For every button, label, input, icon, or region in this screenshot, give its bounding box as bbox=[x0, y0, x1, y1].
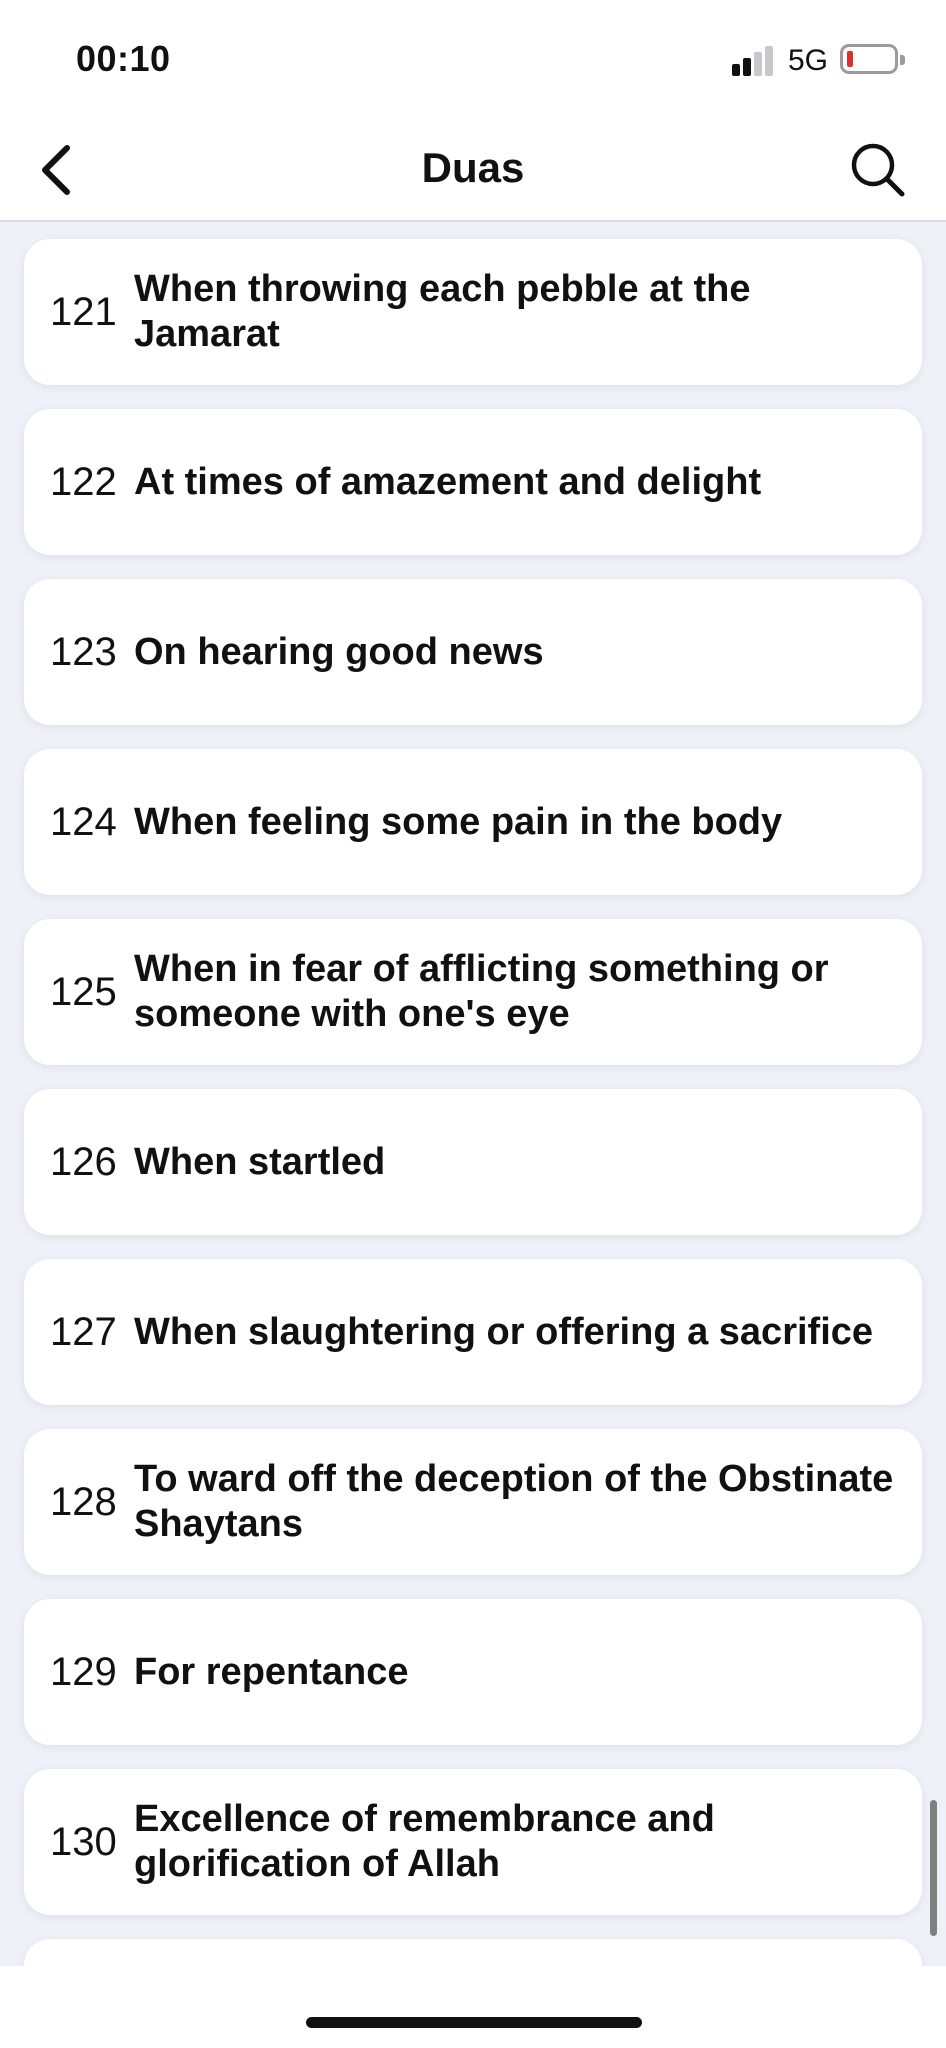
page-title: Duas bbox=[421, 144, 525, 191]
dua-number: 128 bbox=[50, 1479, 117, 1524]
network-type: 5G bbox=[788, 44, 829, 77]
dua-item-123[interactable]: 123 On hearing good news bbox=[24, 579, 922, 725]
dua-item-128[interactable]: 128 To ward off the deception of the Obs… bbox=[24, 1429, 922, 1575]
dua-number: 130 bbox=[50, 1819, 117, 1864]
dua-item-129[interactable]: 129 For repentance bbox=[24, 1599, 922, 1745]
scrollbar[interactable] bbox=[930, 1800, 937, 1936]
dua-title: When feeling some pain in the body bbox=[134, 800, 783, 843]
search-button[interactable] bbox=[840, 132, 916, 208]
dua-item-125[interactable]: 125 When in fear of afflicting something… bbox=[24, 919, 922, 1065]
dua-number: 129 bbox=[50, 1649, 117, 1694]
dua-title: To ward off the deception of the Obstina… bbox=[134, 1458, 894, 1545]
dua-number: 127 bbox=[50, 1309, 117, 1354]
search-icon bbox=[851, 143, 905, 197]
dua-title: On hearing good news bbox=[134, 630, 544, 673]
battery-icon bbox=[840, 44, 905, 74]
dua-title: For repentance bbox=[134, 1650, 409, 1693]
dua-item-124[interactable]: 124 When feeling some pain in the body bbox=[24, 749, 922, 895]
dua-title: When slaughtering or offering a sacrific… bbox=[134, 1310, 874, 1353]
dua-title: When throwing each pebble at the Jamarat bbox=[134, 268, 751, 355]
dua-title: When startled bbox=[134, 1140, 386, 1183]
dua-item-127[interactable]: 127 When slaughtering or offering a sacr… bbox=[24, 1259, 922, 1405]
dua-number: 125 bbox=[50, 969, 117, 1014]
dua-number: 122 bbox=[50, 459, 117, 504]
dua-number: 126 bbox=[50, 1139, 117, 1184]
dua-number: 123 bbox=[50, 629, 117, 674]
signal-icon bbox=[732, 44, 776, 76]
dua-item-122[interactable]: 122 At times of amazement and delight bbox=[24, 409, 922, 555]
navigation-bar: Duas bbox=[0, 118, 946, 222]
dua-title: Excellence of remembrance and glorificat… bbox=[134, 1798, 715, 1885]
dua-title: When in fear of afflicting something or … bbox=[134, 948, 829, 1035]
home-indicator[interactable] bbox=[306, 2017, 642, 2028]
dua-number: 124 bbox=[50, 799, 117, 844]
status-time: 00:10 bbox=[76, 38, 171, 79]
status-bar: 00:10 5G bbox=[0, 0, 946, 118]
home-indicator-area bbox=[0, 1966, 946, 2048]
dua-item-130[interactable]: 130 Excellence of remembrance and glorif… bbox=[24, 1769, 922, 1915]
dua-item-126[interactable]: 126 When startled bbox=[24, 1089, 922, 1235]
dua-number: 121 bbox=[50, 289, 117, 334]
dua-title: At times of amazement and delight bbox=[134, 460, 762, 503]
dua-item-121[interactable]: 121 When throwing each pebble at the Jam… bbox=[24, 239, 922, 385]
dua-item-partial[interactable] bbox=[24, 1939, 922, 1966]
duas-list[interactable]: 121 When throwing each pebble at the Jam… bbox=[0, 224, 946, 1966]
